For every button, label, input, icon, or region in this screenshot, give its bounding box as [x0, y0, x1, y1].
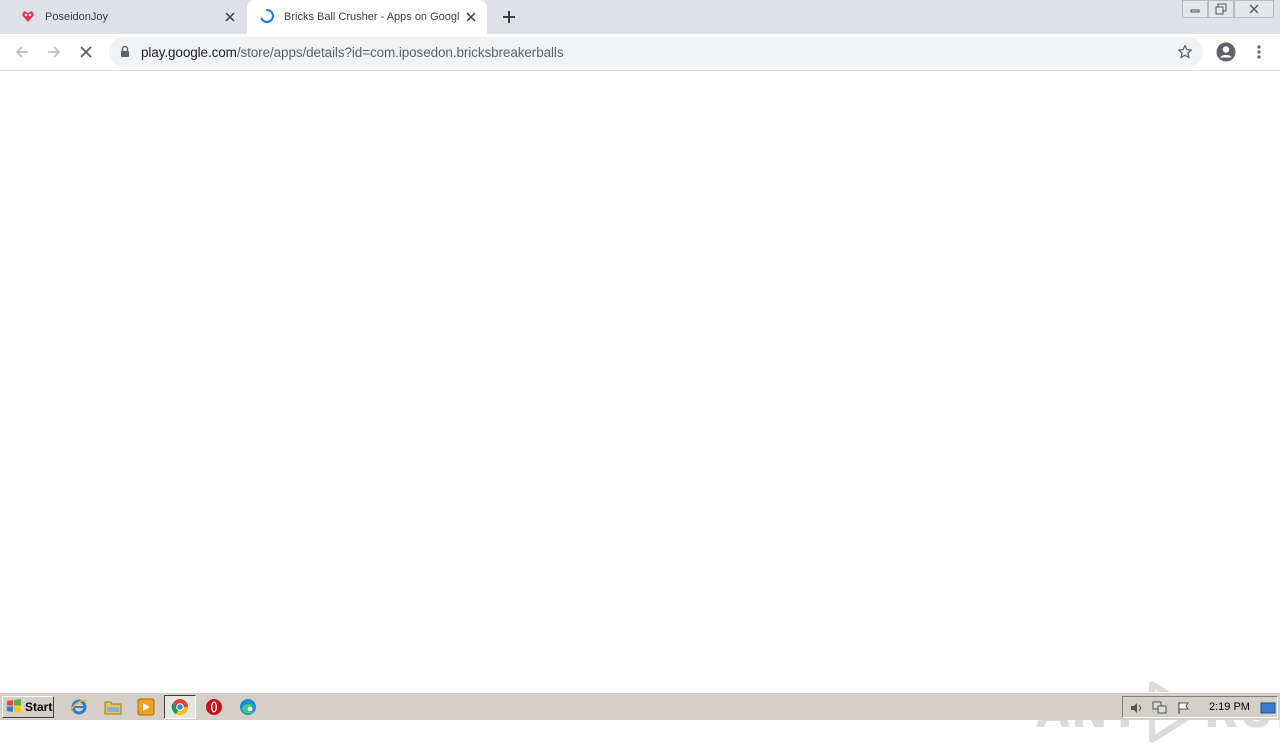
profile-avatar-icon[interactable] — [1213, 39, 1239, 65]
tab-strip: PoseidonJoy Bricks Ball Crusher - Apps o… — [0, 0, 1280, 34]
forward-button[interactable] — [41, 39, 67, 65]
windows-logo-icon — [6, 698, 22, 716]
loading-spinner-icon — [259, 8, 275, 27]
lock-icon[interactable] — [120, 45, 130, 63]
tab-title: PoseidonJoy — [45, 11, 108, 23]
taskbar: Start 2:19 PM — [0, 692, 1280, 720]
network-icon[interactable] — [1152, 700, 1168, 716]
stop-loading-button[interactable] — [73, 39, 99, 65]
start-label: Start — [25, 700, 53, 714]
opera-icon[interactable] — [204, 697, 224, 717]
url-host: play.google.com — [141, 45, 237, 60]
tab-close-icon[interactable] — [222, 9, 238, 25]
file-explorer-icon[interactable] — [103, 697, 123, 717]
window-restore-button[interactable] — [1208, 0, 1234, 18]
taskbar-clock[interactable]: 2:19 PM — [1209, 701, 1250, 713]
page-content: ANY RUN — [0, 72, 1280, 743]
chrome-icon — [170, 697, 190, 717]
back-button[interactable] — [9, 39, 35, 65]
tab-title: Bricks Ball Crusher - Apps on Google Pla… — [284, 11, 460, 23]
url-text[interactable]: play.google.com/store/apps/details?id=co… — [141, 45, 564, 60]
action-center-flag-icon[interactable] — [1176, 700, 1192, 716]
new-tab-button[interactable] — [498, 6, 520, 28]
media-player-icon[interactable] — [136, 697, 156, 717]
browser-toolbar: play.google.com/store/apps/details?id=co… — [0, 34, 1280, 71]
url-path: /store/apps/details?id=com.iposedon.bric… — [236, 45, 564, 60]
window-close-button[interactable] — [1234, 0, 1274, 18]
bookmark-star-icon[interactable] — [1177, 44, 1193, 65]
tab-poseidonjoy[interactable]: PoseidonJoy — [8, 0, 246, 34]
internet-explorer-icon[interactable] — [69, 697, 89, 717]
poseidonjoy-favicon — [20, 8, 36, 27]
tab-bricks-ball-crusher[interactable]: Bricks Ball Crusher - Apps on Google Pla… — [247, 0, 487, 34]
show-desktop-icon[interactable] — [1260, 700, 1276, 716]
taskbar-chrome-active[interactable] — [164, 695, 196, 719]
menu-kebab-icon[interactable] — [1246, 39, 1272, 65]
start-button[interactable]: Start — [2, 696, 54, 718]
tab-close-icon[interactable] — [463, 9, 479, 25]
address-bar[interactable]: play.google.com/store/apps/details?id=co… — [109, 37, 1203, 67]
edge-icon[interactable] — [238, 697, 258, 717]
system-tray: 2:19 PM — [1122, 696, 1278, 718]
window-minimize-button[interactable] — [1182, 0, 1208, 18]
volume-icon[interactable] — [1128, 700, 1144, 716]
